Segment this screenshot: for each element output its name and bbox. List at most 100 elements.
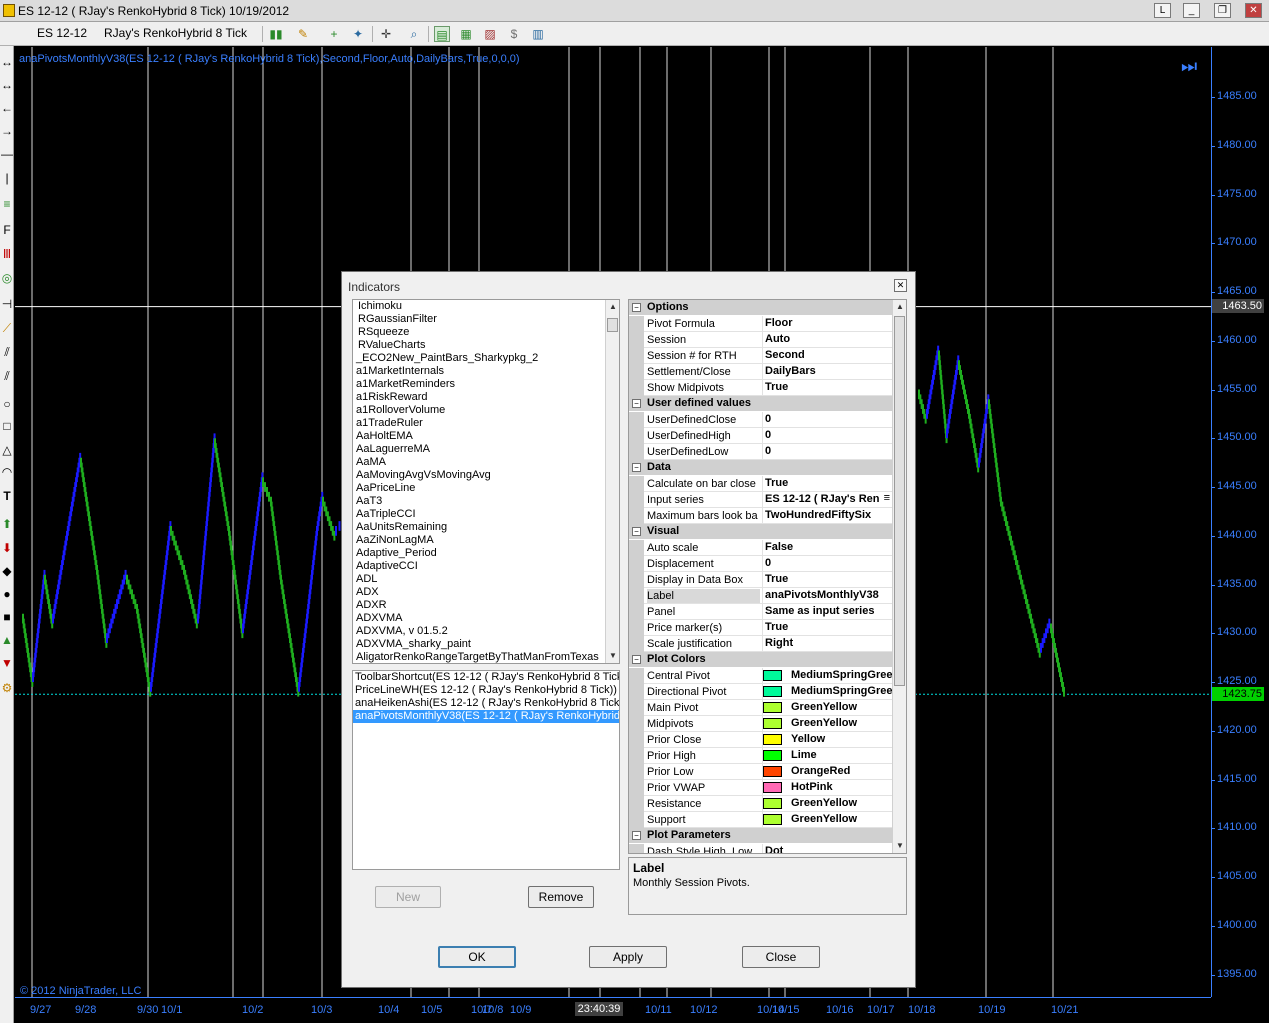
property-value[interactable]: 0 [762,428,892,444]
indicator-list-item[interactable]: a1RolloverVolume [353,404,619,417]
indicator-list-item[interactable]: AaHoltEMA [353,430,619,443]
property-row[interactable]: Label anaPivotsMonthlyV38 [629,588,892,604]
property-row[interactable]: Auto scale False [629,540,892,556]
link-button[interactable]: L [1154,3,1171,18]
property-value[interactable]: DailyBars [762,364,892,380]
rectangle-icon[interactable]: □ [0,418,14,434]
property-value[interactable]: 0 [762,412,892,428]
add-indicator-icon[interactable]: + [326,26,342,42]
close-icon[interactable]: ✕ [894,279,907,292]
property-category[interactable]: − User defined values [629,396,892,411]
property-value[interactable]: True [762,620,892,636]
property-value[interactable]: True [762,476,892,492]
ellipse-icon[interactable]: ○ [0,396,14,412]
restore-button[interactable]: ❐ [1214,3,1231,18]
scroll-down-icon[interactable]: ▼ [893,839,906,853]
applied-indicator-item[interactable]: PriceLineWH(ES 12-12 ( RJay's RenkoHybri… [353,684,619,697]
arrow-up-icon[interactable]: ⬆ [0,516,14,532]
arrow-left-icon[interactable]: ← [0,100,14,116]
property-row[interactable]: Maximum bars look ba TwoHundredFiftySix [629,508,892,524]
property-row[interactable]: Midpivots GreenYellow [629,716,892,732]
indicator-list-item[interactable]: a1MarketReminders [353,378,619,391]
available-indicators-list[interactable]: Ichimoku RGaussianFilter RSqueeze RValueCha… [352,299,620,664]
applied-indicators-list[interactable]: ToolbarShortcut(ES 12-12 ( RJay's RenkoH… [352,670,620,870]
property-category[interactable]: − Data [629,460,892,475]
indicator-list-item[interactable]: _ECO2New_PaintBars_Sharkypkg_2 [353,352,619,365]
chart-style-icon[interactable]: ▮▮ [268,26,284,42]
property-value[interactable]: Dot [762,844,892,853]
close-button[interactable]: Close [742,946,820,968]
chart-trader-icon[interactable]: ▤ [434,26,450,42]
property-grid[interactable]: − Options Pivot Formula Floor Session Auto Ses… [628,299,907,854]
instrument-selector[interactable]: ES 12-12 ▼ [37,26,95,53]
arrow-line-icon[interactable]: ↔ [0,54,14,70]
indicator-list-item[interactable]: RGaussianFilter [353,313,619,326]
property-row[interactable]: Pivot Formula Floor [629,316,892,332]
property-row[interactable]: UserDefinedHigh 0 [629,428,892,444]
property-row[interactable]: Calculate on bar close True [629,476,892,492]
property-row[interactable]: Prior VWAP HotPink [629,780,892,796]
property-row[interactable]: Resistance GreenYellow [629,796,892,812]
property-row[interactable]: Session # for RTH Second [629,348,892,364]
property-value[interactable]: Right [762,636,892,652]
indicator-list-item[interactable]: RValueCharts [353,339,619,352]
property-value[interactable]: 0 [762,444,892,460]
gann-fan-icon[interactable]: ⟋ [0,320,14,336]
scroll-to-end-icon[interactable]: ⏭ [1181,56,1203,78]
indicator-list-item[interactable]: AaUnitsRemaining [353,521,619,534]
property-row[interactable]: Displacement 0 [629,556,892,572]
property-category[interactable]: − Plot Colors [629,652,892,667]
property-value[interactable]: False [762,540,892,556]
square-icon[interactable]: ■ [0,609,14,625]
indicator-list-item[interactable]: Adaptive_Period [353,547,619,560]
remove-drawings-icon[interactable]: ⚙ [0,680,14,696]
collapse-icon[interactable]: − [632,399,641,408]
arrow-right-icon[interactable]: → [0,123,14,139]
ok-button[interactable]: OK [438,946,516,968]
available-list-scrollbar[interactable]: ▲ ▼ [605,300,619,663]
indicator-list-item[interactable]: a1MarketInternals [353,365,619,378]
scroll-down-icon[interactable]: ▼ [606,649,619,663]
new-button[interactable]: New [375,886,441,908]
applied-indicator-item[interactable]: anaPivotsMonthlyV38(ES 12-12 ( RJay's Re… [353,710,619,723]
indicator-list-item[interactable]: ADXR [353,599,619,612]
regression-channel-icon[interactable]: ⫽ [0,344,14,360]
indicator-list-item[interactable]: a1TradeRuler [353,417,619,430]
property-row[interactable]: UserDefinedLow 0 [629,444,892,460]
property-row[interactable]: Show Midpivots True [629,380,892,396]
fibonacci-icon[interactable]: ≡ [0,196,14,212]
scroll-thumb[interactable] [894,316,905,686]
indicator-list-item[interactable]: AaMA [353,456,619,469]
indicator-list-item[interactable]: AaPriceLine [353,482,619,495]
indicator-list-item[interactable]: AaMovingAvgVsMovingAvg [353,469,619,482]
indicator-list-item[interactable]: AligatorRenkoRangeTargetByThatManFromTex… [353,651,619,663]
property-row[interactable]: Input series ES 12-12 ( RJay's Ren ≡ [629,492,892,508]
indicator-list-item[interactable]: Ichimoku [353,300,619,313]
property-value[interactable]: Floor [762,316,892,332]
apply-button[interactable]: Apply [589,946,667,968]
fib-circle-icon[interactable]: ◎ [0,270,14,286]
property-value[interactable]: True [762,572,892,588]
properties-icon[interactable]: ▥ [530,26,546,42]
indicator-list-item[interactable]: ADXVMA [353,612,619,625]
minimize-button[interactable]: _ [1183,3,1200,18]
scroll-up-icon[interactable]: ▲ [606,300,619,314]
property-value[interactable]: Auto [762,332,892,348]
vertical-line-icon[interactable]: | [0,170,14,186]
indicator-list-item[interactable]: AaZiNonLagMA [353,534,619,547]
collapse-icon[interactable]: − [632,831,641,840]
property-value[interactable]: anaPivotsMonthlyV38 [762,588,892,604]
arrow-down-icon[interactable]: ⬇ [0,540,14,556]
collapse-icon[interactable]: − [632,303,641,312]
collapse-icon[interactable]: − [632,527,641,536]
property-row[interactable]: Dash Style High, Low Dot [629,844,892,853]
triangle-icon[interactable]: △ [0,442,14,458]
scroll-thumb[interactable] [607,318,618,332]
ellipsis-icon[interactable]: ≡ [884,492,890,504]
indicator-list-item[interactable]: ADX [353,586,619,599]
collapse-icon[interactable]: − [632,655,641,664]
indicator-list-item[interactable]: ADL [353,573,619,586]
applied-indicator-item[interactable]: ToolbarShortcut(ES 12-12 ( RJay's RenkoH… [353,671,619,684]
property-category[interactable]: − Plot Parameters [629,828,892,843]
property-row[interactable]: UserDefinedClose 0 [629,412,892,428]
